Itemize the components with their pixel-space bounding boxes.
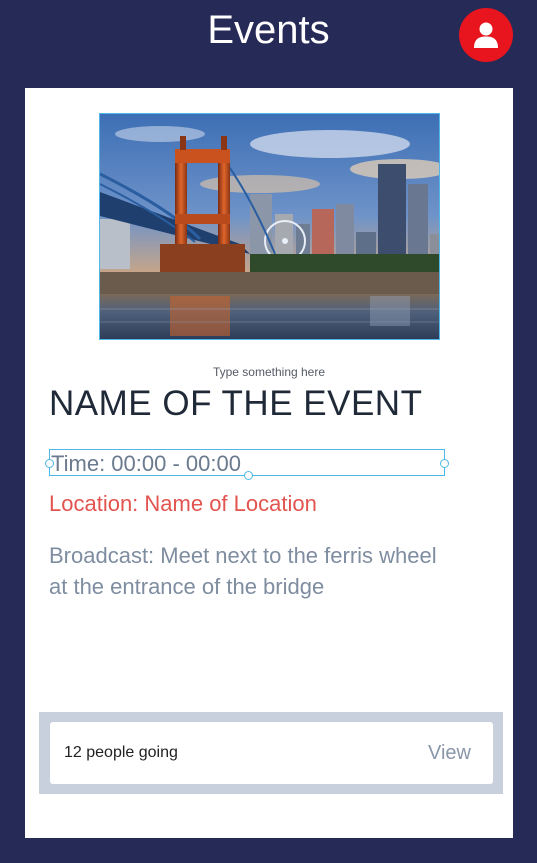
page-title: Events xyxy=(207,8,330,52)
event-name-heading: NAME OF THE EVENT xyxy=(49,384,423,423)
profile-button[interactable] xyxy=(459,8,513,62)
event-broadcast: Broadcast: Meet next to the ferris wheel… xyxy=(49,543,437,599)
event-photo[interactable] xyxy=(99,113,440,340)
resize-handle-right[interactable] xyxy=(440,459,449,468)
attendance-bar: 12 people going View xyxy=(50,722,493,784)
resize-handle-left[interactable] xyxy=(45,459,54,468)
view-button[interactable]: View xyxy=(428,742,471,765)
event-card: Type something here NAME OF THE EVENT Ti… xyxy=(25,88,513,838)
app-header: Events xyxy=(0,0,537,88)
user-icon xyxy=(474,22,498,48)
placeholder-hint[interactable]: Type something here xyxy=(25,365,513,379)
attendance-panel: 12 people going View xyxy=(39,712,503,794)
city-skyline-bridge-photo xyxy=(100,114,439,339)
resize-handle-bottom[interactable] xyxy=(244,471,253,480)
event-time-text: Time: 00:00 - 00:00 xyxy=(51,451,241,476)
event-location: Location: Name of Location xyxy=(49,491,317,516)
people-going-count: 12 people going xyxy=(64,744,178,761)
event-time-field[interactable]: Time: 00:00 - 00:00 xyxy=(45,449,449,480)
